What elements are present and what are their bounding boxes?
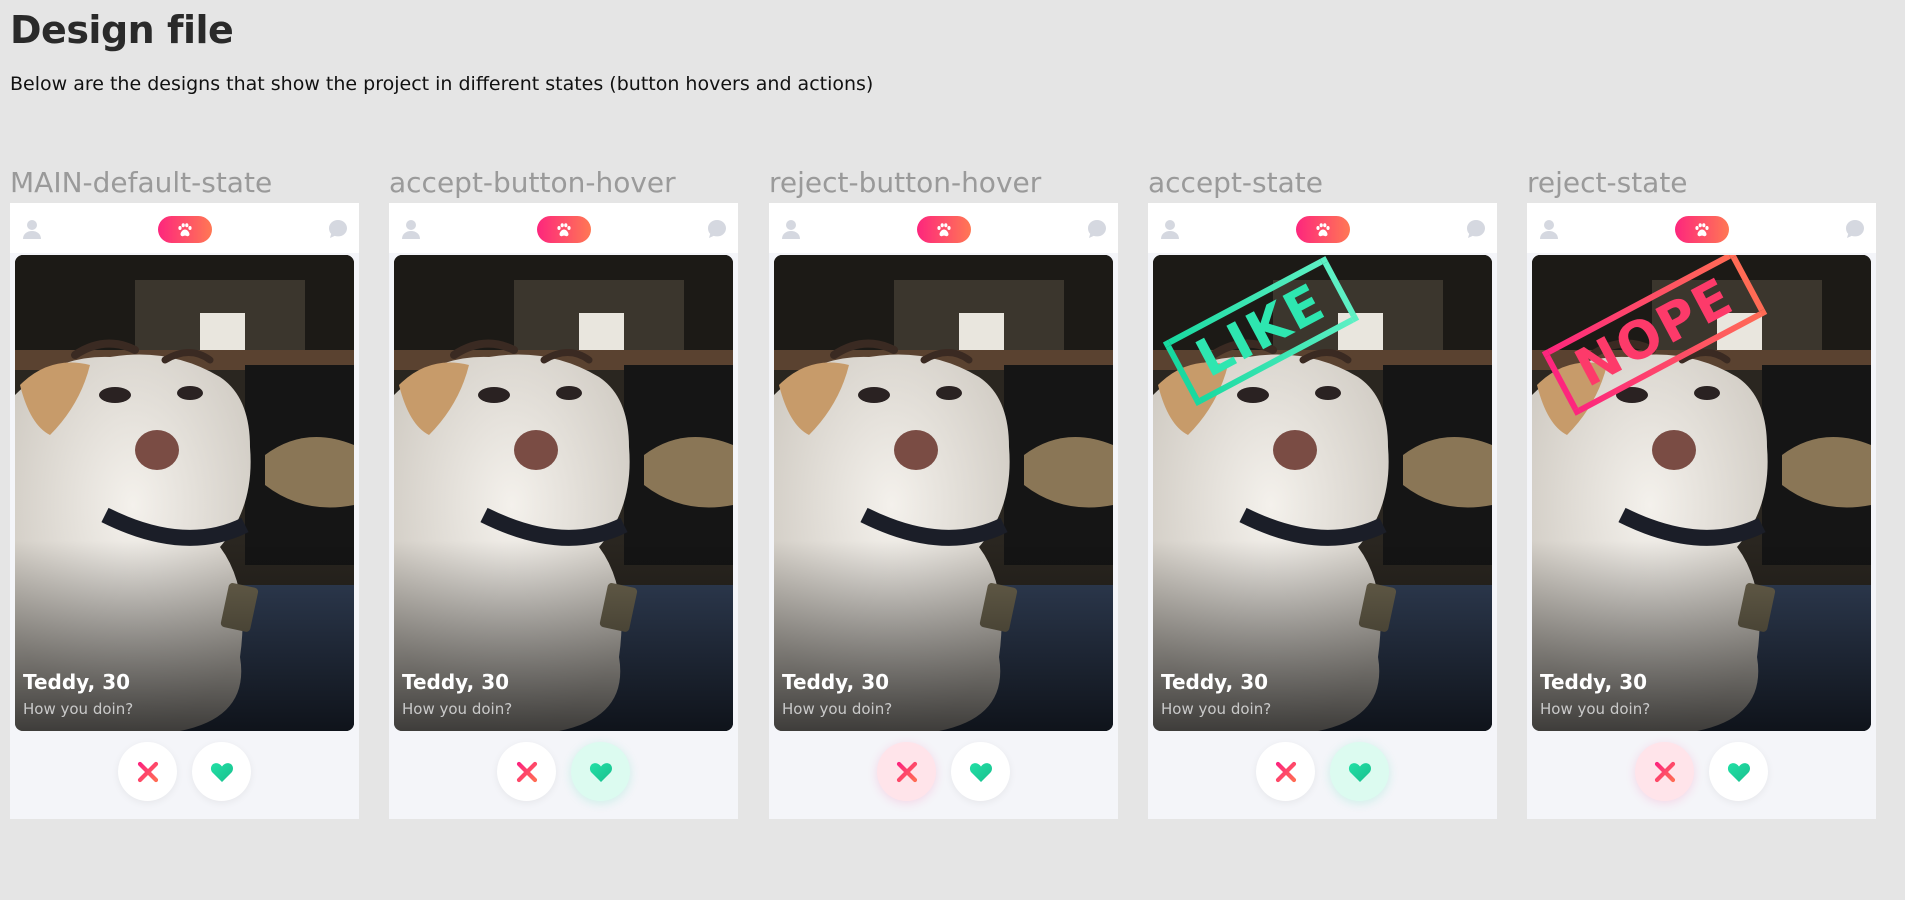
paw-icon: [557, 222, 571, 236]
chat-icon[interactable]: [706, 218, 728, 240]
panel-label: reject-button-hover: [769, 166, 1042, 199]
dog-photo: [394, 255, 733, 731]
paw-logo-button[interactable]: [917, 216, 971, 243]
state-panel-4: accept-state LIKE Teddy, 30 How you doin…: [1148, 163, 1497, 819]
user-icon[interactable]: [21, 218, 43, 240]
paw-icon: [178, 222, 192, 236]
profile-name: Teddy, 30: [782, 670, 890, 694]
top-bar: [769, 203, 1118, 253]
heart-icon: [1727, 762, 1750, 782]
action-buttons: [769, 742, 1118, 802]
state-panel-3: reject-button-hover Teddy, 30 How you do…: [769, 163, 1118, 819]
profile-card[interactable]: Teddy, 30 How you doin?: [394, 255, 733, 731]
panel-label: accept-button-hover: [389, 166, 676, 199]
reject-button[interactable]: [1256, 742, 1315, 801]
phone-mockup: LIKE Teddy, 30 How you doin?: [1148, 203, 1497, 819]
heart-icon: [589, 762, 612, 782]
action-buttons: [10, 742, 359, 802]
profile-bio: How you doin?: [782, 700, 893, 718]
close-icon: [137, 761, 158, 782]
paw-icon: [937, 222, 951, 236]
paw-logo-button[interactable]: [158, 216, 212, 243]
phone-mockup: Teddy, 30 How you doin?: [769, 203, 1118, 819]
top-bar: [10, 203, 359, 253]
phone-mockup: Teddy, 30 How you doin?: [10, 203, 359, 819]
top-bar: [1148, 203, 1497, 253]
user-icon[interactable]: [400, 218, 422, 240]
user-icon[interactable]: [1538, 218, 1560, 240]
reject-button[interactable]: [1635, 742, 1694, 801]
action-buttons: [389, 742, 738, 802]
profile-name: Teddy, 30: [23, 670, 131, 694]
state-panel-1: MAIN-default-state Teddy, 30 How you doi…: [10, 163, 359, 819]
page-title: Design file: [10, 8, 234, 52]
action-buttons: [1148, 742, 1497, 802]
profile-bio: How you doin?: [402, 700, 513, 718]
paw-logo-button[interactable]: [537, 216, 591, 243]
profile-bio: How you doin?: [23, 700, 134, 718]
accept-button[interactable]: [951, 742, 1010, 801]
profile-bio: How you doin?: [1540, 700, 1651, 718]
page-description: Below are the designs that show the proj…: [10, 73, 874, 95]
chat-icon[interactable]: [1844, 218, 1866, 240]
reject-button[interactable]: [118, 742, 177, 801]
profile-bio: How you doin?: [1161, 700, 1272, 718]
accept-button[interactable]: [1709, 742, 1768, 801]
profile-card[interactable]: Teddy, 30 How you doin?: [774, 255, 1113, 731]
user-icon[interactable]: [780, 218, 802, 240]
paw-logo-button[interactable]: [1296, 216, 1350, 243]
paw-icon: [1695, 222, 1709, 236]
chat-icon[interactable]: [1086, 218, 1108, 240]
dog-photo: [15, 255, 354, 731]
state-panel-2: accept-button-hover Teddy, 30 How you do…: [389, 163, 738, 819]
reject-button[interactable]: [497, 742, 556, 801]
accept-button[interactable]: [571, 742, 630, 801]
action-buttons: [1527, 742, 1876, 802]
heart-icon: [969, 762, 992, 782]
panel-label: reject-state: [1527, 166, 1688, 199]
user-icon[interactable]: [1159, 218, 1181, 240]
paw-icon: [1316, 222, 1330, 236]
close-icon: [896, 761, 917, 782]
phone-mockup: NOPE Teddy, 30 How you doin?: [1527, 203, 1876, 819]
close-icon: [516, 761, 537, 782]
panel-label: accept-state: [1148, 166, 1323, 199]
chat-icon[interactable]: [327, 218, 349, 240]
heart-icon: [1348, 762, 1371, 782]
phone-mockup: Teddy, 30 How you doin?: [389, 203, 738, 819]
accept-button[interactable]: [192, 742, 251, 801]
top-bar: [389, 203, 738, 253]
state-panel-5: reject-state NOPE Teddy, 30 How you doin…: [1527, 163, 1876, 819]
panel-label: MAIN-default-state: [10, 166, 273, 199]
accept-button[interactable]: [1330, 742, 1389, 801]
chat-icon[interactable]: [1465, 218, 1487, 240]
heart-icon: [210, 762, 233, 782]
top-bar: [1527, 203, 1876, 253]
close-icon: [1654, 761, 1675, 782]
paw-logo-button[interactable]: [1675, 216, 1729, 243]
profile-name: Teddy, 30: [1540, 670, 1648, 694]
profile-card[interactable]: LIKE Teddy, 30 How you doin?: [1153, 255, 1492, 731]
profile-name: Teddy, 30: [402, 670, 510, 694]
dog-photo: [774, 255, 1113, 731]
profile-card[interactable]: Teddy, 30 How you doin?: [15, 255, 354, 731]
profile-card[interactable]: NOPE Teddy, 30 How you doin?: [1532, 255, 1871, 731]
reject-button[interactable]: [877, 742, 936, 801]
profile-name: Teddy, 30: [1161, 670, 1269, 694]
close-icon: [1275, 761, 1296, 782]
